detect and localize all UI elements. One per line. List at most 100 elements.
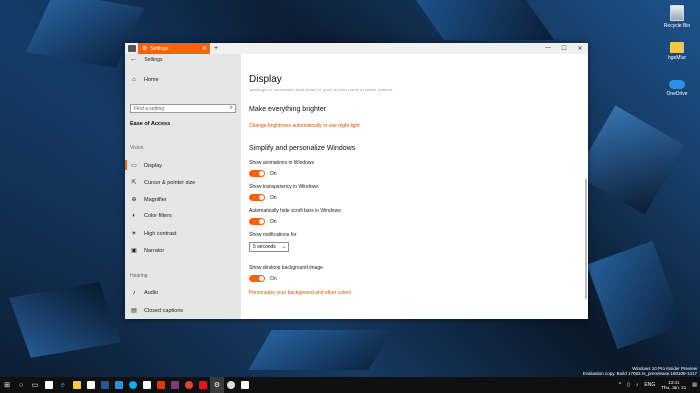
taskbar-app[interactable] [196,377,210,393]
sidebar-item-cursor[interactable]: ⇱ Cursor & pointer size [130,179,195,187]
search-placeholder: Find a setting [134,105,165,112]
scrollbars-toggle[interactable] [249,218,265,225]
sidebar-item-display[interactable]: ▭ Display [124,160,162,170]
sidebar-item-closed-captions[interactable]: ▤ Closed captions [130,307,184,315]
scrollbar[interactable] [585,179,587,299]
back-arrow-icon[interactable]: ← [130,56,137,63]
taskbar-photos[interactable] [238,377,252,393]
toggle-label: Show desktop background image [249,265,323,271]
skype-icon [129,381,137,389]
taskbar-mail[interactable] [42,377,56,393]
sidebar-item-high-contrast[interactable]: ☀ High contrast [130,230,177,238]
desktop-icon-label: hgeMlur [667,55,687,61]
app-icon [227,381,235,389]
toggle-state: On [270,219,277,225]
word-icon [101,381,109,389]
minimize-button[interactable]: — [540,45,556,52]
desktop-icon-onedrive[interactable]: OneDrive [657,80,697,97]
sidebar-group-hearing: Hearing [130,273,148,279]
language-indicator[interactable]: ENG [644,382,655,388]
wallpaper-shard [586,240,684,350]
personalize-link[interactable]: Personalize your background and other co… [249,290,351,296]
new-tab-button[interactable]: + [214,45,218,52]
system-tray: ^ ▯ ♪ ENG 13:41 Thu, Jan. 21 ▤ [616,380,700,390]
tray-chevron-icon[interactable]: ^ [619,382,621,388]
sidebar-item-label: High contrast [144,230,177,237]
close-tab-icon[interactable]: ✕ [202,45,207,52]
chevron-down-icon: ⌄ [281,244,286,250]
taskbar-app[interactable] [154,377,168,393]
section-heading: Simplify and personalize Windows [249,145,356,152]
section-heading: Make everything brighter [249,106,327,113]
sidebar-item-audio[interactable]: ♪ Audio [130,290,159,296]
start-button[interactable]: ⊞ [0,377,14,393]
taskbar-explorer[interactable] [70,377,84,393]
action-center-icon[interactable]: ▤ [692,382,697,388]
sidebar-heading: Ease of Access [130,121,171,127]
sidebar-item-label: Audio [144,290,159,296]
taskbar-onenote[interactable] [168,377,182,393]
taskbar-edge[interactable]: e [56,377,70,393]
edge-icon: e [61,381,65,389]
sidebar-item-home[interactable]: ⌂ Home [130,77,158,83]
sidebar-item-label: Magnifier [144,196,167,203]
animations-toggle[interactable] [249,170,265,177]
taskbar-app[interactable] [112,377,126,393]
taskbar-app[interactable] [140,377,154,393]
toggle-label: Automatically hide scroll bars in Window… [249,208,341,214]
audio-icon: ♪ [132,290,136,296]
sidebar-item-magnifier[interactable]: ⊕ Magnifier [130,196,167,204]
sidebar-item-label: Closed captions [144,307,184,314]
task-view-button[interactable]: ▭ [28,377,42,393]
toggle-label: Show animations in Windows [249,160,315,166]
desktop-icon-recycle-bin[interactable]: Recycle Bin [657,5,697,29]
sidebar-item-narrator[interactable]: ▣ Narrator [130,247,164,255]
tab-settings[interactable]: ⚙ Settings ✕ [138,43,210,54]
recycle-bin-icon [670,5,684,21]
cortana-icon: ○ [18,381,24,389]
maximize-button[interactable]: ☐ [556,45,572,52]
search-icon[interactable]: ⌕ [230,105,233,112]
folder-icon [73,381,81,389]
background-toggle[interactable] [249,275,265,282]
volume-icon[interactable]: ♪ [636,382,639,388]
clipped-description: Settings in Windows and what of your scr… [249,89,393,92]
taskbar: ⊞ ○ ▭ e ⚙ ^ ▯ ♪ ENG 13:41 Thu, Jan. 21 ▤ [0,377,700,393]
notifications-dropdown[interactable]: 5 seconds ⌄ [249,242,289,252]
task-view-icon: ▭ [31,382,39,389]
cursor-icon: ⇱ [131,180,137,186]
network-icon[interactable]: ▯ [627,382,630,388]
transparency-toggle[interactable] [249,194,265,201]
close-button[interactable]: ✕ [572,45,588,52]
toggle-label: Show transparency in Windows [249,184,319,190]
taskbar-app[interactable] [224,377,238,393]
desktop-icon-label: OneDrive [666,91,688,97]
taskbar-settings[interactable]: ⚙ [210,377,224,393]
toggle-state: On [270,171,277,177]
taskbar-chrome[interactable] [182,377,196,393]
taskbar-store[interactable] [84,377,98,393]
sidebar-item-color-filters[interactable]: ◐ Color filters [130,213,172,219]
search-input[interactable]: Find a setting ⌕ [130,104,236,113]
desktop-icon-folder[interactable]: hgeMlur [657,42,697,61]
wallpaper-shard [248,330,392,370]
taskbar-word[interactable] [98,377,112,393]
onedrive-icon [669,80,685,89]
back-row: ← Settings [130,56,162,63]
build-watermark: Windows 10 Pro Insider Preview Evaluatio… [583,366,697,376]
toggle-state: On [270,276,277,282]
taskbar-skype[interactable] [126,377,140,393]
page-title: Display [249,74,282,85]
window-controls: — ☐ ✕ [540,45,588,52]
search-button[interactable]: ○ [14,377,28,393]
window-menu-icon[interactable] [128,45,136,52]
night-light-link[interactable]: Change brightness automatically or use n… [249,123,360,129]
main-content: Display Settings in Windows and what of … [241,54,588,319]
high-contrast-icon: ☀ [131,231,137,237]
desktop-icon-label: Recycle Bin [663,23,691,29]
clock[interactable]: 13:41 Thu, Jan. 21 [661,380,686,390]
app-icon [143,381,151,389]
title-bar[interactable]: ⚙ Settings ✕ + — ☐ ✕ [125,43,588,54]
toggle-state: On [270,195,277,201]
dropdown-value: 5 seconds [253,244,276,250]
